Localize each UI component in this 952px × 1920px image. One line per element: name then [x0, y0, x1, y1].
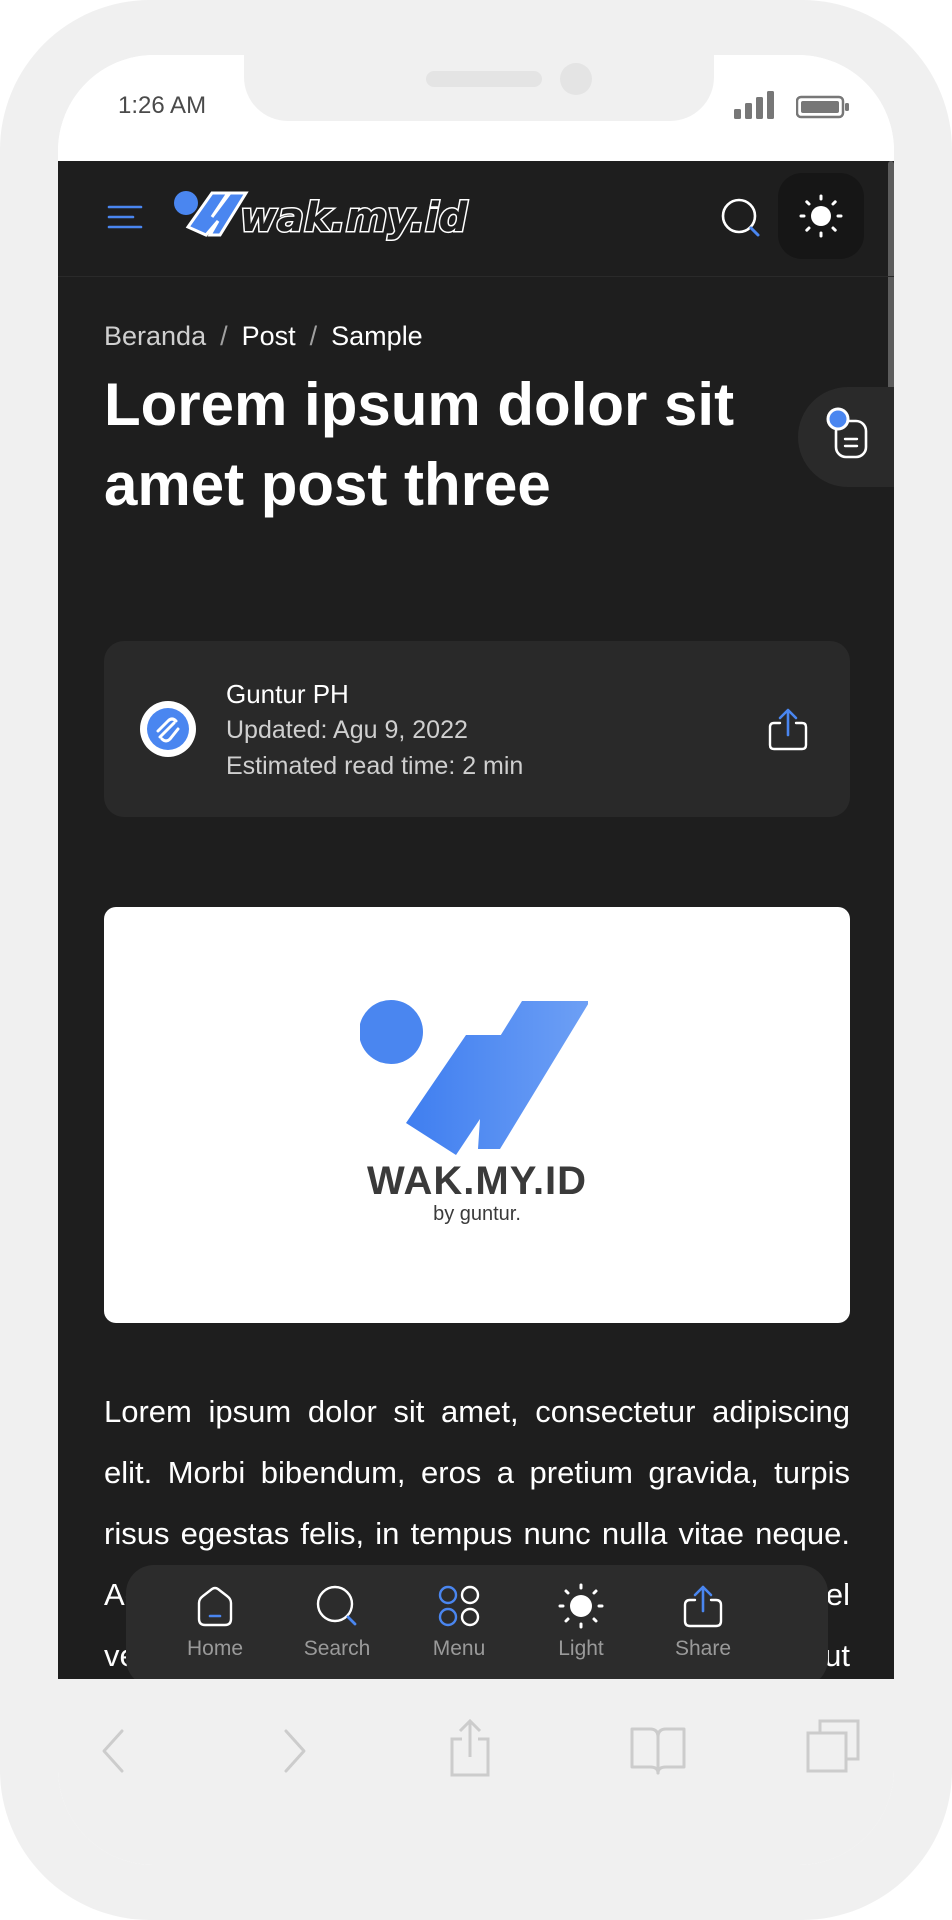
forward-icon[interactable]: [274, 1727, 314, 1775]
phone-screen-area: 1:26 AM wak.my.id Beranda / Post / Sampl…: [58, 55, 894, 1865]
nav-menu-label: Menu: [432, 1637, 486, 1660]
breadcrumb-separator: /: [220, 321, 228, 351]
svg-text:wak.my.id: wak.my.id: [240, 195, 468, 241]
author-card: Guntur PH Updated: Agu 9, 2022 Estimated…: [104, 641, 850, 817]
sun-icon: [558, 1583, 604, 1629]
brand-name: WAK.MY.ID: [366, 1159, 588, 1203]
featured-image: WAK.MY.ID by guntur.: [104, 907, 850, 1323]
breadcrumb-separator: /: [309, 321, 318, 351]
nav-share[interactable]: Share: [653, 1583, 753, 1673]
status-time: 1:26 AM: [118, 92, 207, 119]
brand-logo-mark: [360, 1000, 588, 1155]
read-time: Estimated read time: 2 min: [226, 752, 524, 780]
nav-home[interactable]: Home: [165, 1583, 265, 1673]
sun-icon: [799, 194, 843, 238]
share-icon: [683, 1585, 723, 1628]
table-of-contents-button[interactable]: [798, 387, 894, 487]
menu-icon[interactable]: [103, 195, 147, 239]
brand-tagline: by guntur.: [433, 1203, 521, 1225]
bookmarks-icon[interactable]: [628, 1723, 688, 1777]
bottom-navigation: Home Search Menu Light Share: [126, 1565, 828, 1679]
status-bar: 1:26 AM: [58, 55, 894, 161]
nav-search[interactable]: Search: [287, 1583, 387, 1673]
nav-light[interactable]: Light: [531, 1583, 631, 1673]
phone-frame: 1:26 AM wak.my.id Beranda / Post / Sampl…: [0, 0, 952, 1920]
front-camera: [560, 63, 592, 95]
avatar: [140, 701, 196, 757]
breadcrumb-home[interactable]: Beranda: [104, 321, 206, 351]
nav-search-label: Search: [303, 1637, 371, 1660]
site-logo[interactable]: wak.my.id: [168, 187, 528, 243]
breadcrumb: Beranda / Post / Sample: [104, 321, 423, 352]
theme-toggle-button[interactable]: [778, 173, 864, 259]
tabs-icon[interactable]: [804, 1717, 862, 1775]
nav-share-label: Share: [674, 1637, 732, 1660]
notch: [244, 55, 714, 121]
author-logo-icon: [147, 708, 189, 750]
browser-toolbar: [58, 1679, 894, 1865]
home-icon: [197, 1586, 233, 1627]
back-icon[interactable]: [94, 1727, 134, 1775]
menu-grid-icon: [438, 1585, 480, 1627]
post-updated-date: Updated: Agu 9, 2022: [226, 716, 468, 744]
toc-icon: [826, 407, 868, 459]
nav-menu[interactable]: Menu: [409, 1583, 509, 1673]
search-icon[interactable]: [718, 195, 764, 241]
breadcrumb-current[interactable]: Sample: [331, 321, 423, 351]
search-icon: [316, 1585, 357, 1626]
author-name[interactable]: Guntur PH: [226, 679, 349, 710]
share-icon[interactable]: [446, 1717, 494, 1779]
battery-icon: [796, 95, 849, 119]
nav-home-label: Home: [186, 1637, 244, 1660]
site-header: wak.my.id: [58, 161, 894, 277]
post-title: Lorem ipsum dolor sit amet post three: [104, 371, 735, 518]
share-icon[interactable]: [764, 705, 812, 753]
speaker: [426, 71, 542, 87]
nav-light-label: Light: [558, 1637, 604, 1660]
web-page[interactable]: wak.my.id Beranda / Post / Sample Lorem …: [58, 161, 894, 1679]
signal-icon: [734, 91, 774, 119]
breadcrumb-post[interactable]: Post: [242, 321, 296, 351]
